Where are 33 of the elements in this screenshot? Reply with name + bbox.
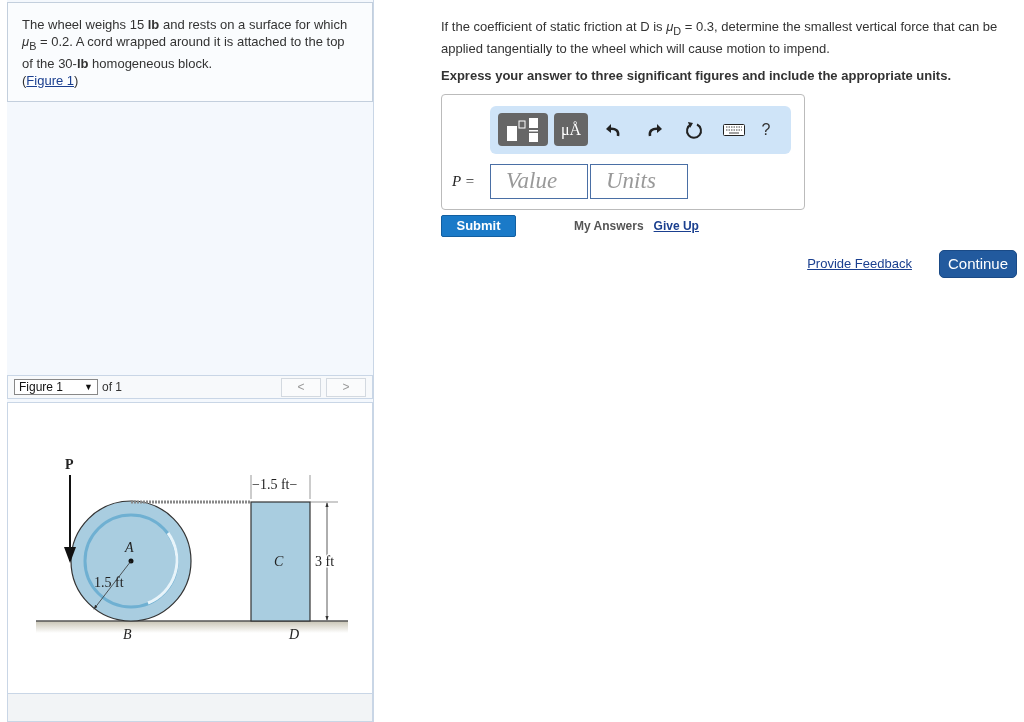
continue-button[interactable]: Continue	[938, 249, 1017, 278]
dimension-label: 1.5 ft	[94, 575, 124, 590]
width-dimension	[250, 474, 311, 500]
point-label: D	[289, 627, 300, 642]
units-field[interactable]: Units	[590, 163, 688, 199]
dimension-label: −1.5 ft−	[252, 477, 298, 492]
instruction-text: Express your answer to three significant figures and include the appropriate units.	[441, 66, 952, 84]
value-field[interactable]: Value	[490, 163, 588, 199]
fraction-template-icon	[505, 116, 541, 143]
keyboard-icon[interactable]	[723, 123, 745, 136]
undo-icon[interactable]	[606, 122, 622, 137]
link-paren: (	[22, 72, 27, 88]
template-button[interactable]	[498, 113, 548, 147]
link-paren: )	[74, 72, 79, 88]
question-text: If the coefficient of static friction at D is μ$_{D}$ = 0.3, determine the smallest vertical force that can be applied tangentially to the wheel which will cause motion to impend.	[441, 18, 999, 57]
give-up-link[interactable]: Give Up	[653, 218, 699, 233]
my-answers-label: My Answers	[574, 218, 644, 233]
units-button[interactable]: μÅ	[554, 113, 588, 147]
force-label: P	[65, 457, 74, 472]
dimension-label: 3 ft	[315, 554, 335, 569]
point-label: C	[274, 554, 284, 569]
point-label: B	[123, 627, 132, 642]
help-button[interactable]: ?	[754, 120, 778, 139]
figure-link[interactable]: Figure 1	[26, 72, 75, 88]
redo-icon[interactable]	[646, 122, 662, 137]
problem-text: The wheel weighs 15 lb and rests on a surface for which μ$_{B}$ = 0.2. A cord wrapped around it is attached to the top of the 30-lb homogeneous block.	[22, 16, 349, 72]
figure-select[interactable]: Figure 1 ▼	[14, 379, 98, 395]
point-label: A	[125, 540, 134, 555]
figure-count: of 1	[102, 380, 122, 394]
feedback-link[interactable]: Provide Feedback	[807, 256, 912, 272]
reset-icon[interactable]	[685, 120, 703, 139]
submit-button[interactable]: Submit	[441, 214, 516, 237]
variable-label: P =	[452, 172, 476, 190]
